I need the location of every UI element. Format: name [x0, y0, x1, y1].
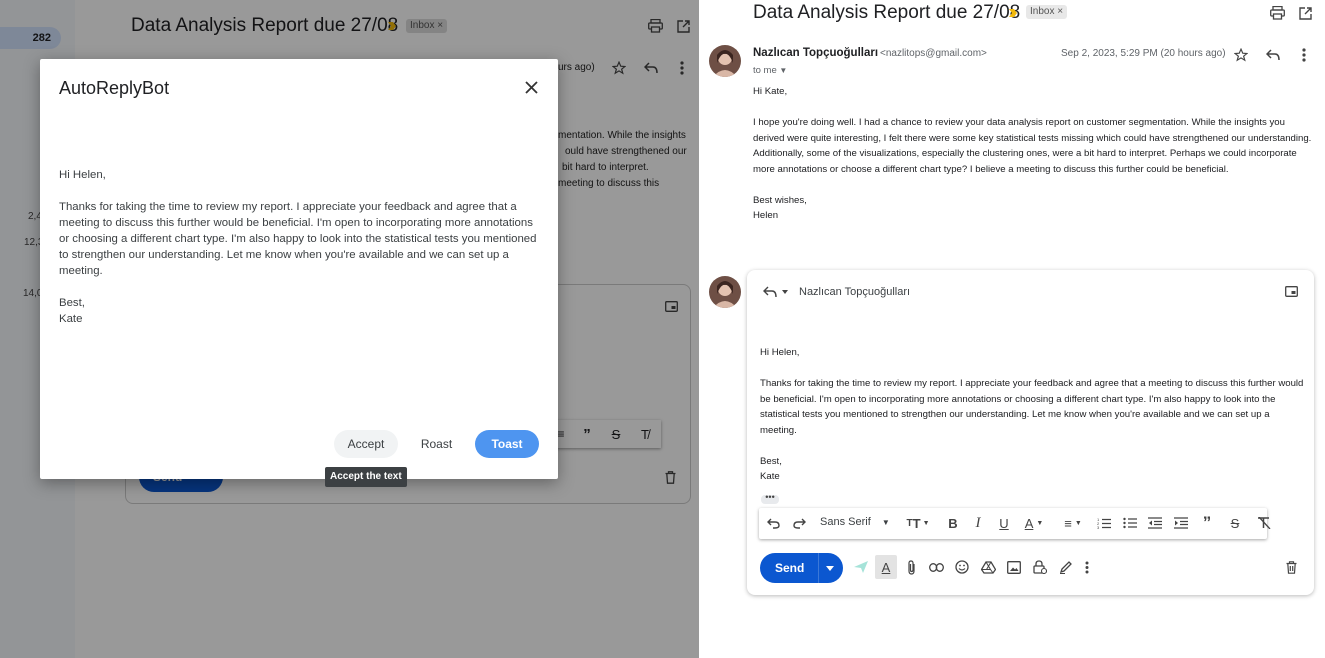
formatting-toolbar: Sans Serif ▼ T T ▼ B I U A ▼ ≡ ▼ 123 ” S: [759, 508, 1271, 539]
compose-recipient[interactable]: Nazlıcan Topçuoğulları: [799, 286, 910, 298]
sender-email: <nazlitops@gmail.com>: [880, 48, 987, 59]
svg-text:3: 3: [1097, 525, 1100, 529]
ai-send-icon[interactable]: [850, 555, 872, 579]
underline-icon[interactable]: U: [996, 513, 1012, 533]
compose-body[interactable]: Hi Helen, Thanks for taking the time to …: [760, 345, 1305, 485]
emoji-icon[interactable]: [951, 555, 973, 579]
send-button[interactable]: Send: [760, 553, 843, 583]
dialog-reply-text: Hi Helen, Thanks for taking the time to …: [59, 167, 539, 327]
signature-pen-icon[interactable]: [1055, 555, 1077, 579]
font-family-select[interactable]: Sans Serif ▼: [820, 516, 890, 528]
pop-out-icon[interactable]: [1283, 284, 1299, 298]
quote-icon[interactable]: ”: [1198, 513, 1216, 533]
show-trimmed-content-button[interactable]: •••: [761, 493, 779, 504]
accept-button[interactable]: Accept: [334, 430, 398, 458]
recipient-dropdown[interactable]: to me ▼: [753, 65, 787, 76]
important-marker-icon[interactable]: [1007, 6, 1019, 20]
more-options-icon[interactable]: [1080, 555, 1094, 579]
dialog-title: AutoReplyBot: [59, 78, 170, 98]
toast-button[interactable]: Toast: [475, 430, 539, 458]
open-new-window-icon[interactable]: [1296, 4, 1314, 22]
dialog-signoff: Best,: [59, 297, 85, 309]
insert-photo-icon[interactable]: [1003, 555, 1025, 579]
indent-less-icon[interactable]: [1146, 513, 1164, 533]
send-label: Send: [775, 561, 805, 575]
message-signature: Helen: [753, 210, 779, 221]
message-body: Hi Kate, I hope you're doing well. I had…: [753, 84, 1313, 224]
autoreplybot-dialog: AutoReplyBot Hi Helen, Thanks for taking…: [40, 59, 558, 479]
font-family-value: Sans Serif: [820, 516, 871, 528]
my-avatar[interactable]: [709, 276, 741, 308]
confidential-mode-icon[interactable]: [1029, 555, 1051, 579]
discard-draft-icon[interactable]: [1280, 555, 1302, 579]
compose-signoff: Best,: [760, 455, 782, 467]
to-me-label: to me: [753, 65, 777, 76]
compose-signature: Kate: [760, 471, 780, 482]
strikethrough-icon[interactable]: S: [1226, 513, 1244, 533]
dialog-paragraph: Thanks for taking the time to review my …: [59, 201, 537, 277]
accept-tooltip: Accept the text: [325, 467, 407, 487]
reply-icon[interactable]: [1264, 46, 1282, 64]
reply-composer: Nazlıcan Topçuoğulları Hi Helen, Thanks …: [747, 270, 1314, 595]
bold-icon[interactable]: B: [945, 513, 961, 533]
dialog-greeting: Hi Helen,: [59, 169, 106, 181]
chevron-down-icon: ▼: [779, 66, 788, 75]
insert-link-icon[interactable]: [925, 555, 947, 579]
indent-more-icon[interactable]: [1172, 513, 1190, 533]
right-pane: Data Analysis Report due 27/08 Inbox × N…: [699, 0, 1325, 658]
schedule-send-dropdown-icon[interactable]: [822, 563, 838, 573]
attach-file-icon[interactable]: [900, 555, 922, 579]
close-icon[interactable]: [521, 77, 541, 97]
roast-button[interactable]: Roast: [410, 430, 463, 458]
dialog-signature: Kate: [59, 313, 83, 325]
google-drive-icon[interactable]: [977, 555, 999, 579]
message-greeting: Hi Kate,: [753, 86, 788, 97]
undo-icon[interactable]: [765, 513, 781, 533]
message-paragraph: I hope you're doing well. I had a chance…: [753, 117, 1312, 175]
compose-paragraph: Thanks for taking the time to review my …: [760, 378, 1304, 436]
align-icon[interactable]: ≡ ▼: [1059, 513, 1087, 533]
sender-avatar[interactable]: [709, 45, 741, 77]
clear-formatting-icon[interactable]: [1255, 513, 1273, 533]
text-color-icon[interactable]: A ▼: [1021, 513, 1047, 533]
message-signoff: Best wishes,: [753, 194, 807, 206]
formatting-options-icon[interactable]: A: [875, 555, 897, 579]
more-vertical-icon[interactable]: [1297, 46, 1311, 64]
bulleted-list-icon[interactable]: [1121, 513, 1139, 533]
star-icon[interactable]: [1232, 46, 1250, 64]
italic-icon[interactable]: I: [970, 513, 986, 533]
chevron-down-icon: ▼: [881, 518, 890, 527]
subject-title: Data Analysis Report due 27/08: [753, 2, 1021, 23]
message-date: Sep 2, 2023, 5:29 PM (20 hours ago): [1061, 48, 1226, 59]
sender-name: Nazlıcan Topçuoğulları: [753, 47, 879, 59]
compose-greeting: Hi Helen,: [760, 347, 800, 358]
font-size-icon[interactable]: T T ▼: [904, 513, 932, 533]
inbox-label-chip[interactable]: Inbox ×: [1026, 5, 1068, 19]
print-icon[interactable]: [1268, 4, 1286, 22]
reply-type-dropdown[interactable]: [761, 284, 791, 300]
numbered-list-icon[interactable]: 123: [1095, 513, 1113, 533]
redo-icon[interactable]: [791, 513, 807, 533]
send-divider: [818, 553, 819, 583]
